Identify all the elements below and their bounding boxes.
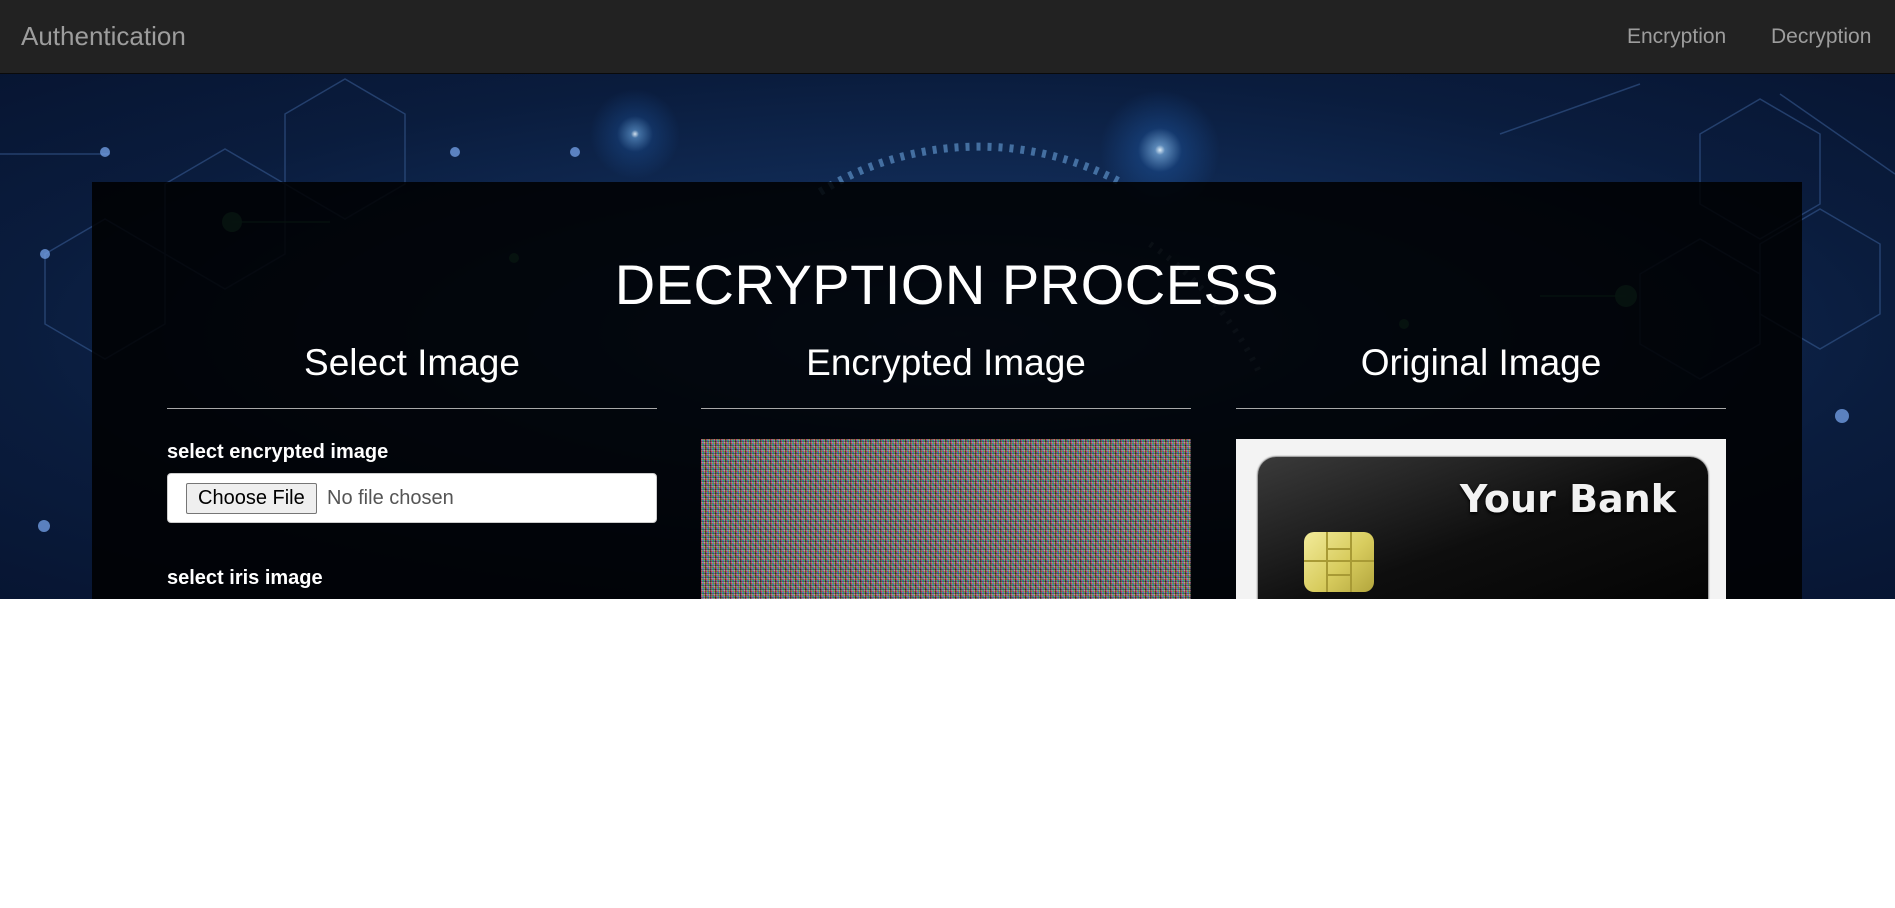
choose-file-button[interactable]: Choose File [186, 483, 317, 514]
select-image-heading: Select Image [167, 342, 657, 409]
bank-card-image: Your Bank [1236, 439, 1726, 599]
page-title: DECRYPTION PROCESS [614, 253, 1280, 316]
decryption-panel: DECRYPTION PROCESS Select Image select e… [92, 182, 1802, 599]
nav-link-encryption[interactable]: Encryption [1627, 25, 1726, 49]
encrypted-image-heading: Encrypted Image [701, 342, 1191, 409]
original-image-column: Original Image Your Bank [1236, 342, 1726, 599]
iris-image-label: select iris image [167, 567, 323, 589]
bank-card: Your Bank [1258, 457, 1708, 599]
nav-link-decryption[interactable]: Decryption [1771, 25, 1871, 49]
hero-background: DECRYPTION PROCESS Select Image select e… [0, 74, 1895, 599]
bank-card-text: Your Bank [1459, 477, 1676, 521]
encrypted-image-column: Encrypted Image [701, 342, 1191, 599]
navbar: Authentication Encryption Decryption [0, 0, 1895, 74]
encrypted-noise-image [701, 439, 1191, 599]
original-image-heading: Original Image [1236, 342, 1726, 409]
select-image-column: Select Image select encrypted image Choo… [167, 342, 657, 590]
encrypted-image-label: select encrypted image [167, 441, 389, 463]
original-image-preview: Your Bank [1236, 439, 1726, 599]
brand-link[interactable]: Authentication [21, 21, 186, 52]
encrypted-image-file-input[interactable]: Choose File No file chosen [167, 473, 657, 523]
encrypted-image-preview [701, 439, 1191, 599]
card-chip-icon [1304, 532, 1374, 592]
file-status-text: No file chosen [327, 487, 454, 509]
